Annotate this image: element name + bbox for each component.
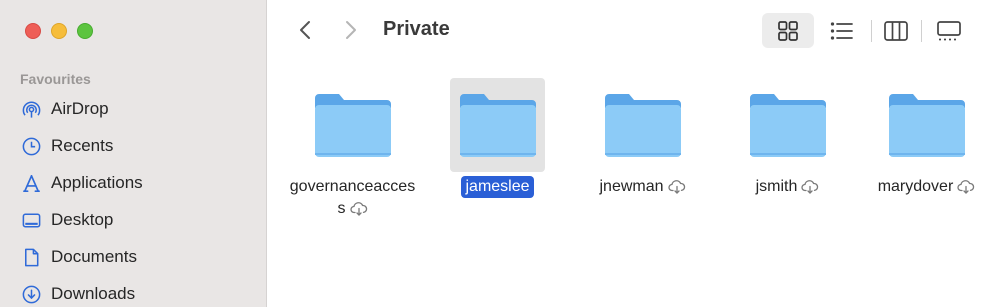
desktop-icon xyxy=(20,209,42,231)
sidebar-item-label: Documents xyxy=(51,247,137,266)
column-view-button[interactable] xyxy=(881,13,911,48)
folder-icon xyxy=(888,94,965,157)
forward-button[interactable] xyxy=(338,15,364,45)
chevron-left-icon xyxy=(300,21,310,39)
gallery-view-button[interactable] xyxy=(933,13,965,48)
sidebar-item-label: Recents xyxy=(51,136,114,155)
icloud-download-icon[interactable] xyxy=(957,180,975,194)
minimize-window-button[interactable] xyxy=(51,23,67,39)
icloud-download-icon[interactable] xyxy=(801,180,819,194)
folder-thumbnail[interactable] xyxy=(450,78,545,172)
close-window-button[interactable] xyxy=(25,23,41,39)
folder-icon xyxy=(314,94,391,157)
columns-icon xyxy=(884,20,908,41)
toolbar: Private xyxy=(268,0,999,62)
file-name-text: governanceacces xyxy=(289,178,416,195)
toolbar-divider xyxy=(921,20,922,42)
sidebar-item-label: Desktop xyxy=(51,210,114,229)
folder-icon xyxy=(459,94,536,157)
file-name: jsmith xyxy=(756,176,820,198)
sidebar-section-title: Favourites xyxy=(20,71,91,87)
sidebar-item-label: Downloads xyxy=(51,284,136,303)
sidebar-item-downloads[interactable]: Downloads xyxy=(20,279,135,307)
gallery-icon xyxy=(937,20,961,40)
file-item[interactable]: jnewman xyxy=(570,78,715,198)
download-icon xyxy=(20,283,42,305)
list-icon xyxy=(830,21,853,40)
icloud-download-icon[interactable] xyxy=(667,180,686,194)
folder-icon xyxy=(604,94,681,157)
sidebar-item-desktop[interactable]: Desktop xyxy=(20,205,113,235)
file-name: jameslee xyxy=(461,176,534,198)
sidebar-item-label: Applications xyxy=(51,173,143,192)
clock-icon xyxy=(20,135,42,157)
file-item[interactable]: jameslee xyxy=(425,78,570,198)
sidebar-item-label: AirDrop xyxy=(51,99,109,118)
file-name-text: jsmith xyxy=(755,178,798,195)
list-view-button[interactable] xyxy=(828,13,856,48)
folder-thumbnail[interactable] xyxy=(305,78,400,172)
file-name-text-continued: s xyxy=(337,200,346,217)
icloud-download-icon[interactable] xyxy=(349,202,368,216)
folder-thumbnail[interactable] xyxy=(740,78,835,172)
back-button[interactable] xyxy=(292,15,318,45)
file-name-text: marydover xyxy=(877,178,954,195)
file-name: governanceacces s xyxy=(280,176,425,220)
file-name-text: jameslee xyxy=(461,176,534,198)
sidebar-item-recents[interactable]: Recents xyxy=(20,131,113,161)
zoom-window-button[interactable] xyxy=(77,23,93,39)
folder-thumbnail[interactable] xyxy=(595,78,690,172)
file-grid: governanceacces s jameslee jnewman jsmit… xyxy=(268,62,999,307)
sidebar-item-applications[interactable]: Applications xyxy=(20,168,143,198)
file-item[interactable]: governanceacces s xyxy=(280,78,425,220)
applications-icon xyxy=(20,172,42,194)
chevron-right-icon xyxy=(346,21,356,39)
toolbar-divider xyxy=(871,20,872,42)
sidebar-item-documents[interactable]: Documents xyxy=(20,242,137,272)
window-title: Private xyxy=(383,18,450,40)
file-name: jnewman xyxy=(599,176,685,198)
icon-view-button[interactable] xyxy=(762,13,814,48)
sidebar: Favourites AirDrop Recents Applications … xyxy=(0,0,267,307)
document-icon xyxy=(20,246,42,268)
airdrop-icon xyxy=(20,98,42,120)
folder-thumbnail[interactable] xyxy=(879,78,974,172)
file-name: marydover xyxy=(878,176,976,198)
sidebar-item-airdrop[interactable]: AirDrop xyxy=(20,94,109,124)
file-item[interactable]: jsmith xyxy=(715,78,860,198)
file-name-text: jnewman xyxy=(599,178,664,195)
window-controls xyxy=(25,23,93,39)
folder-icon xyxy=(749,94,826,157)
grid-icon xyxy=(778,20,798,41)
file-item[interactable]: marydover xyxy=(854,78,999,198)
